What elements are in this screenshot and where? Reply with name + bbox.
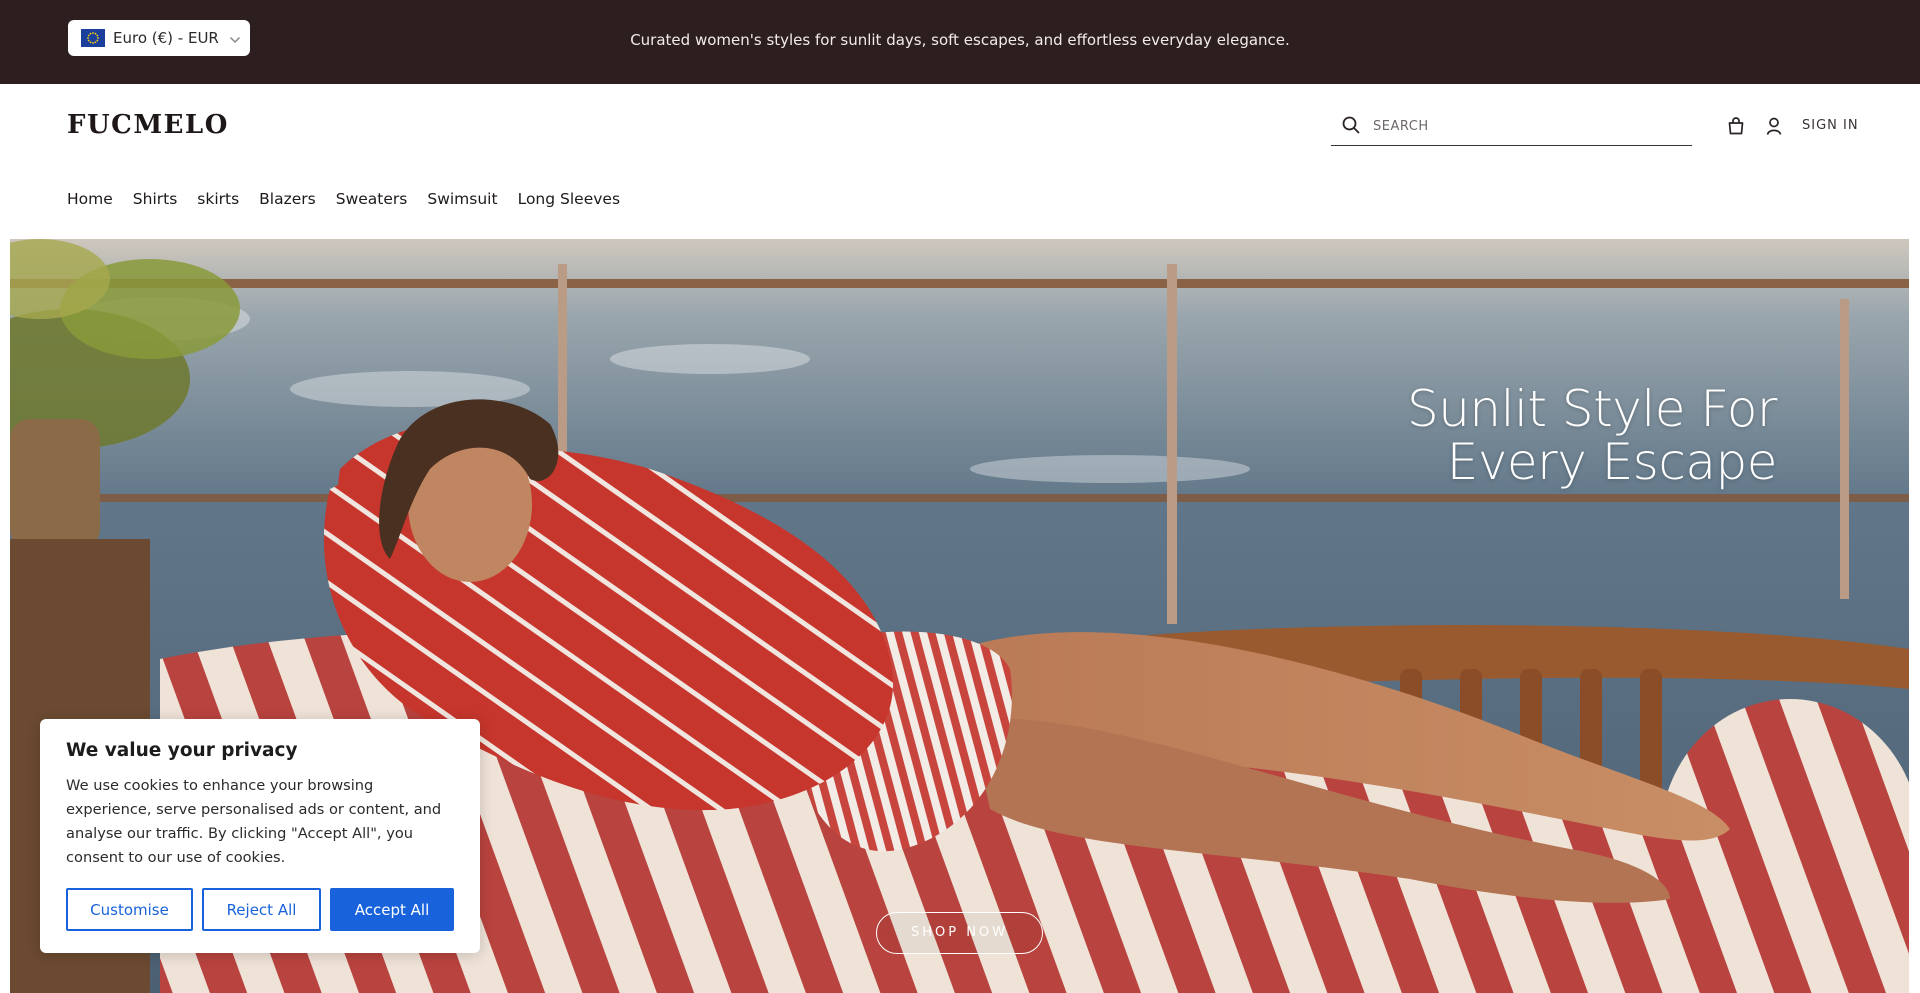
search-input[interactable]	[1373, 119, 1653, 134]
cookie-title: We value your privacy	[66, 740, 298, 761]
nav-item-home[interactable]: Home	[67, 190, 113, 208]
hero-title-line-1: Sunlit Style For	[1406, 380, 1778, 438]
site-logo[interactable]: FUCMELO	[67, 110, 229, 140]
shop-now-button[interactable]: SHOP NOW	[876, 912, 1043, 954]
announcement-text: Curated women's styles for sunlit days, …	[630, 31, 1290, 49]
search-icon[interactable]	[1341, 115, 1361, 139]
cookie-buttons: Customise Reject All Accept All	[66, 888, 454, 931]
customise-button[interactable]: Customise	[66, 888, 193, 931]
accept-all-button[interactable]: Accept All	[330, 888, 454, 931]
cart-icon[interactable]	[1726, 116, 1746, 140]
main-nav: Home Shirts skirts Blazers Sweaters Swim…	[67, 190, 620, 208]
nav-item-skirts[interactable]: skirts	[197, 190, 239, 208]
announcement-bar: Euro (€) - EUR Curated women's styles fo…	[0, 0, 1920, 84]
nav-item-sweaters[interactable]: Sweaters	[336, 190, 408, 208]
reject-all-button[interactable]: Reject All	[202, 888, 321, 931]
search-bar[interactable]	[1331, 108, 1692, 146]
nav-item-long-sleeves[interactable]: Long Sleeves	[518, 190, 620, 208]
user-icon[interactable]	[1764, 116, 1784, 140]
sign-in-link[interactable]: SIGN IN	[1802, 118, 1859, 133]
nav-item-swimsuit[interactable]: Swimsuit	[427, 190, 497, 208]
cookie-text: We use cookies to enhance your browsing …	[66, 777, 442, 866]
hero-title: Sunlit Style For Every Escape	[1406, 380, 1778, 491]
nav-item-blazers[interactable]: Blazers	[259, 190, 316, 208]
cookie-consent-banner: We value your privacy We use cookies to …	[40, 719, 480, 953]
nav-item-shirts[interactable]: Shirts	[133, 190, 178, 208]
hero-title-line-2: Every Escape	[1446, 433, 1778, 491]
